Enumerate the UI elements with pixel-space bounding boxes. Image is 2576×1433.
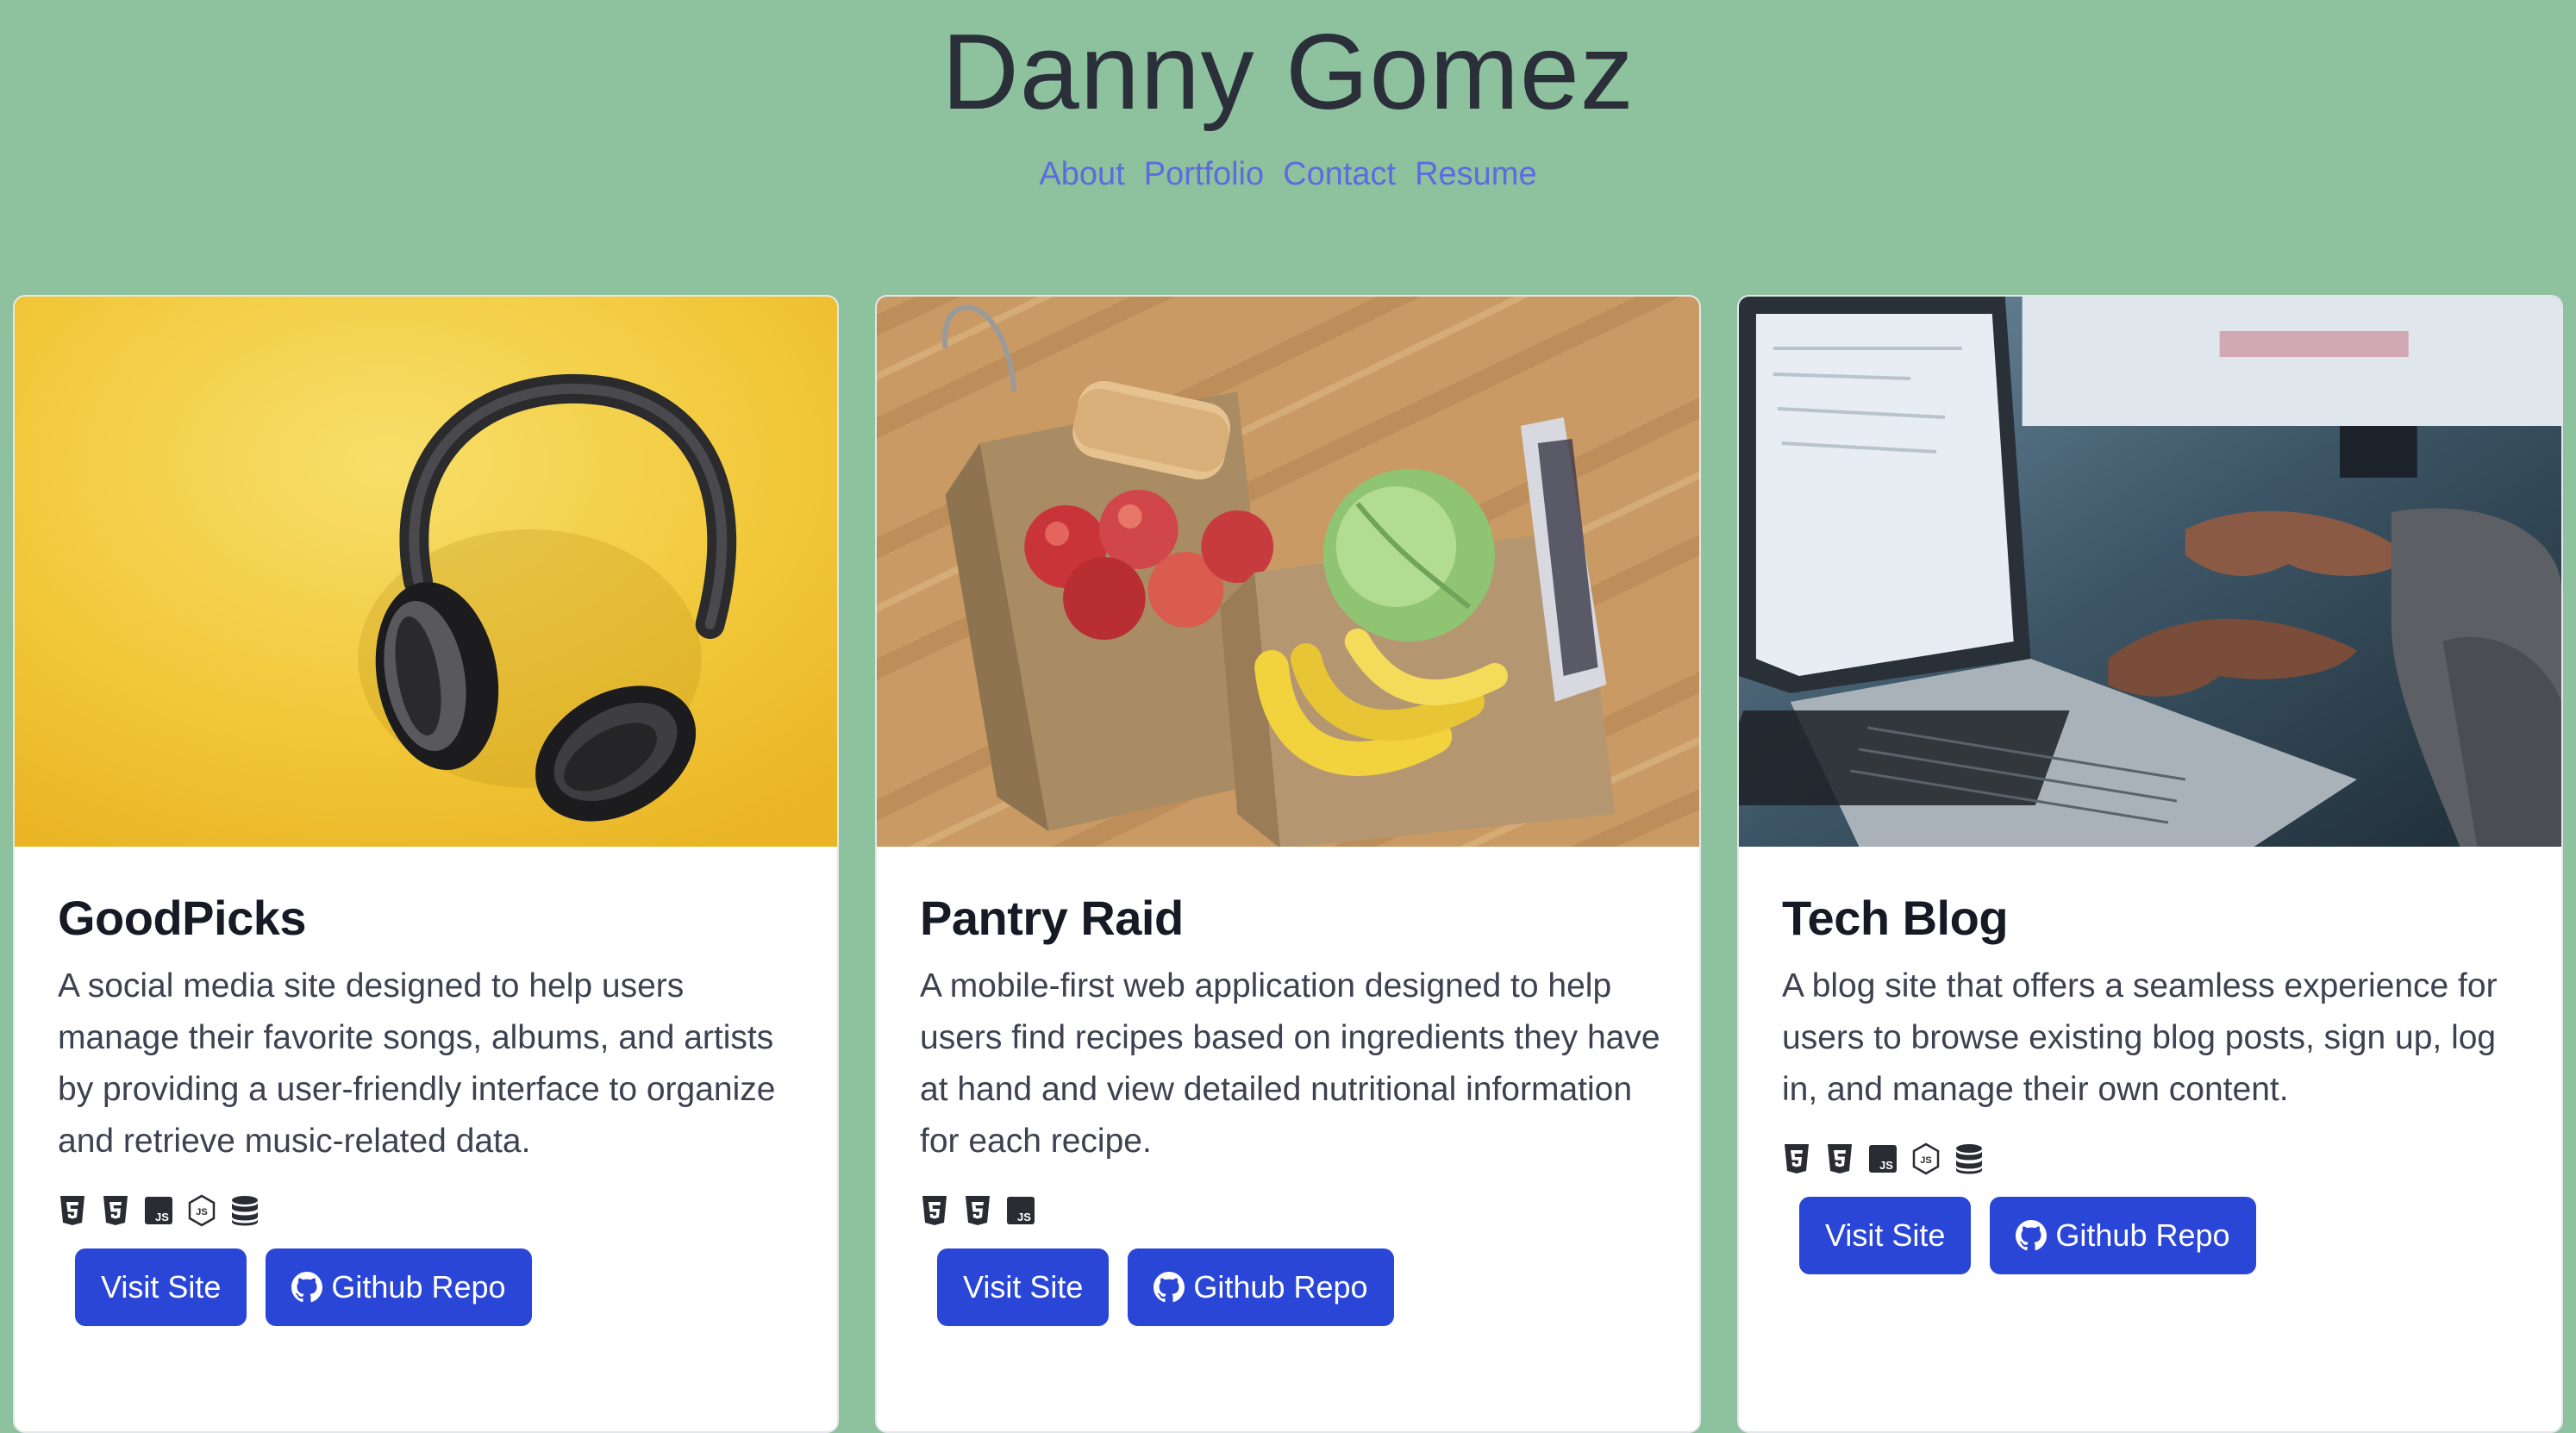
laptop-typing-image xyxy=(1739,297,2561,847)
visit-site-label: Visit Site xyxy=(1825,1217,1946,1253)
html5-icon xyxy=(922,1196,947,1225)
card-body: Pantry Raid A mobile-first web applicati… xyxy=(920,888,1665,1326)
github-repo-label: Github Repo xyxy=(1193,1269,1368,1305)
github-icon xyxy=(2016,1220,2048,1251)
tech-stack-icons: JS JS xyxy=(58,1193,803,1228)
github-repo-label: Github Repo xyxy=(2055,1217,2230,1253)
tech-stack-icons: JS JS xyxy=(1782,1142,2527,1176)
html5-icon xyxy=(60,1196,84,1225)
html5-icon xyxy=(1785,1144,1809,1173)
css3-icon xyxy=(966,1196,990,1225)
nav-link-resume[interactable]: Resume xyxy=(1415,150,1537,198)
github-repo-button[interactable]: Github Repo xyxy=(1990,1197,2256,1274)
card-actions: Visit Site Github Repo xyxy=(1799,1197,2527,1274)
nodejs-icon: JS xyxy=(188,1194,216,1227)
project-title: GoodPicks xyxy=(58,891,307,945)
github-repo-button[interactable]: Github Repo xyxy=(266,1248,532,1326)
project-title: Tech Blog xyxy=(1782,891,2009,945)
github-repo-label: Github Repo xyxy=(331,1269,506,1305)
project-description: A social media site designed to help use… xyxy=(58,967,776,1160)
svg-text:JS: JS xyxy=(155,1211,169,1223)
project-card-tech-blog: Tech Blog A blog site that offers a seam… xyxy=(1737,295,2563,1433)
visit-site-button[interactable]: Visit Site xyxy=(937,1248,1110,1326)
visit-site-button[interactable]: Visit Site xyxy=(1799,1197,1972,1274)
visit-site-label: Visit Site xyxy=(101,1269,222,1305)
main-nav: About Portfolio Contact Resume xyxy=(0,150,2576,198)
tech-stack-icons: JS xyxy=(920,1193,1665,1228)
visit-site-label: Visit Site xyxy=(963,1269,1084,1305)
javascript-icon: JS xyxy=(1007,1197,1035,1224)
github-icon xyxy=(291,1272,323,1303)
svg-text:JS: JS xyxy=(1920,1155,1931,1166)
nav-link-about[interactable]: About xyxy=(1039,150,1124,198)
css3-icon xyxy=(103,1196,128,1225)
javascript-icon: JS xyxy=(1869,1145,1897,1173)
card-actions: Visit Site Github Repo xyxy=(75,1248,803,1326)
project-description: A blog site that offers a seamless exper… xyxy=(1782,967,2498,1108)
nav-link-contact[interactable]: Contact xyxy=(1283,150,1396,198)
card-body: Tech Blog A blog site that offers a seam… xyxy=(1782,888,2527,1274)
project-card-goodpicks: GoodPicks A social media site designed t… xyxy=(13,295,839,1433)
visit-site-button[interactable]: Visit Site xyxy=(75,1248,247,1326)
css3-icon xyxy=(1828,1144,1852,1173)
card-actions: Visit Site Github Repo xyxy=(937,1248,1665,1326)
svg-text:JS: JS xyxy=(1879,1159,1893,1172)
svg-text:JS: JS xyxy=(196,1207,207,1217)
nodejs-icon: JS xyxy=(1912,1142,1940,1175)
svg-text:JS: JS xyxy=(1017,1211,1031,1223)
site-header: Danny Gomez About Portfolio Contact Resu… xyxy=(0,0,2576,285)
github-repo-button[interactable]: Github Repo xyxy=(1128,1248,1394,1326)
grocery-bags-image xyxy=(877,297,1699,847)
javascript-icon: JS xyxy=(145,1197,172,1224)
database-icon xyxy=(1956,1144,1982,1174)
project-card-pantry-raid: Pantry Raid A mobile-first web applicati… xyxy=(875,295,1701,1433)
project-title: Pantry Raid xyxy=(920,891,1184,945)
site-title: Danny Gomez xyxy=(941,13,1635,132)
card-body: GoodPicks A social media site designed t… xyxy=(58,888,803,1326)
nav-link-portfolio[interactable]: Portfolio xyxy=(1144,150,1264,198)
project-description: A mobile-first web application designed … xyxy=(920,967,1660,1160)
database-icon xyxy=(232,1196,258,1226)
headphones-image xyxy=(15,297,837,847)
github-icon xyxy=(1154,1272,1185,1303)
